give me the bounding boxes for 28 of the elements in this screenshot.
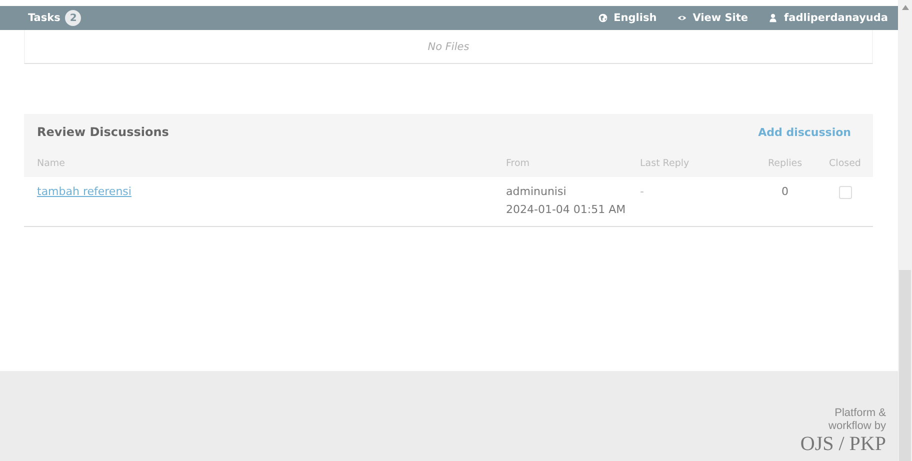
closed-checkbox[interactable]: [838, 186, 852, 199]
top-link[interactable]: View Site: [676, 12, 748, 24]
scrollbar[interactable]: [898, 0, 912, 461]
scroll-thumb[interactable]: [899, 270, 911, 461]
add-discussion-link[interactable]: Add discussion: [758, 126, 851, 138]
user-icon: [768, 13, 778, 23]
scroll-up-icon[interactable]: [902, 5, 908, 10]
empty-message: No Files: [428, 40, 470, 52]
top-link[interactable]: fadliperdanayuda: [768, 12, 888, 24]
column-header: Replies: [768, 158, 802, 169]
from-date: 2024-01-04 01:51 AM: [506, 203, 627, 216]
last-reply: -: [640, 185, 644, 198]
column-header: Name: [37, 158, 66, 169]
column-header: Last Reply: [640, 158, 690, 169]
footer-tagline: Platform &: [834, 407, 886, 420]
footer-tagline: workflow by: [828, 420, 886, 433]
tasks-count: 2: [65, 10, 82, 26]
discussion-link[interactable]: tambah referensi: [37, 185, 132, 198]
top-link[interactable]: English: [598, 12, 657, 24]
column-header: Closed: [829, 158, 861, 169]
replies-count: 0: [782, 185, 788, 198]
from-user: adminunisi: [506, 185, 568, 198]
eye-icon: [676, 13, 687, 23]
tasks-label[interactable]: Tasks: [28, 12, 60, 24]
column-header: From: [506, 158, 531, 169]
globe-icon: [598, 13, 608, 23]
footer-brand[interactable]: OJS / PKP: [800, 433, 886, 455]
section-title: Review Discussions: [37, 125, 169, 139]
